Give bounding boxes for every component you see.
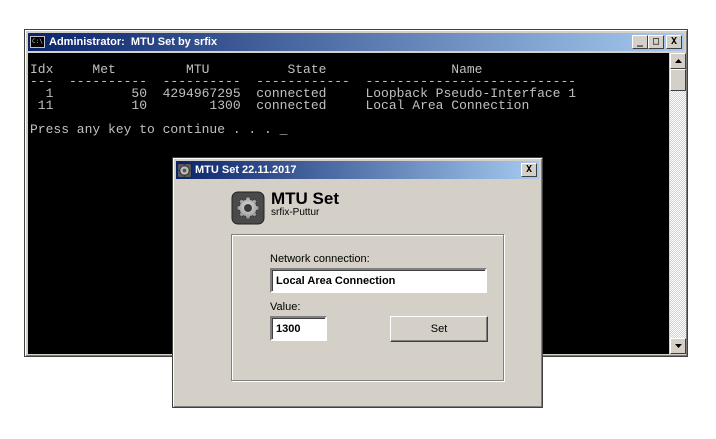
window-buttons: _ □ X (632, 35, 682, 49)
gear-logo-icon (231, 191, 265, 225)
dialog-title: MTU Set 22.11.2017 (195, 164, 297, 176)
scroll-up-button[interactable] (670, 53, 686, 69)
value-label: Value: (270, 301, 301, 313)
close-button[interactable]: X (666, 35, 682, 49)
scroll-down-button[interactable] (670, 338, 686, 354)
value-input[interactable] (270, 316, 327, 341)
arrow-down-icon (674, 344, 682, 348)
cmd-icon[interactable]: C:\ (30, 36, 45, 48)
app-name: MTU Set (271, 189, 339, 208)
app-author: srfix-Puttur (271, 207, 320, 218)
console-title: Administrator: MTU Set by srfix (49, 36, 218, 48)
console-text: Idx Met MTU State Name --- ---------- --… (30, 63, 576, 137)
network-connection-input[interactable] (270, 268, 487, 293)
mtu-set-dialog: MTU Set 22.11.2017 X MTU Set srfix-Puttu… (172, 157, 543, 408)
arrow-up-icon (674, 59, 682, 63)
network-connection-label: Network connection: (270, 253, 370, 265)
console-prompt: Press any key to continue . . . (30, 122, 280, 137)
minimize-button[interactable]: _ (632, 35, 648, 49)
console-row: 11 10 1300 connected Local Area Connecti… (30, 98, 530, 113)
console-scrollbar[interactable] (670, 53, 686, 354)
console-titlebar[interactable]: C:\ Administrator: MTU Set by srfix _ □ … (28, 33, 684, 51)
set-button[interactable]: Set (390, 316, 488, 342)
dialog-close-button[interactable]: X (521, 163, 537, 177)
scroll-thumb[interactable] (670, 69, 686, 91)
gear-icon (177, 162, 192, 178)
dialog-titlebar[interactable]: MTU Set 22.11.2017 X (176, 161, 539, 179)
maximize-button[interactable]: □ (648, 35, 664, 49)
console-cursor: _ (279, 122, 288, 137)
